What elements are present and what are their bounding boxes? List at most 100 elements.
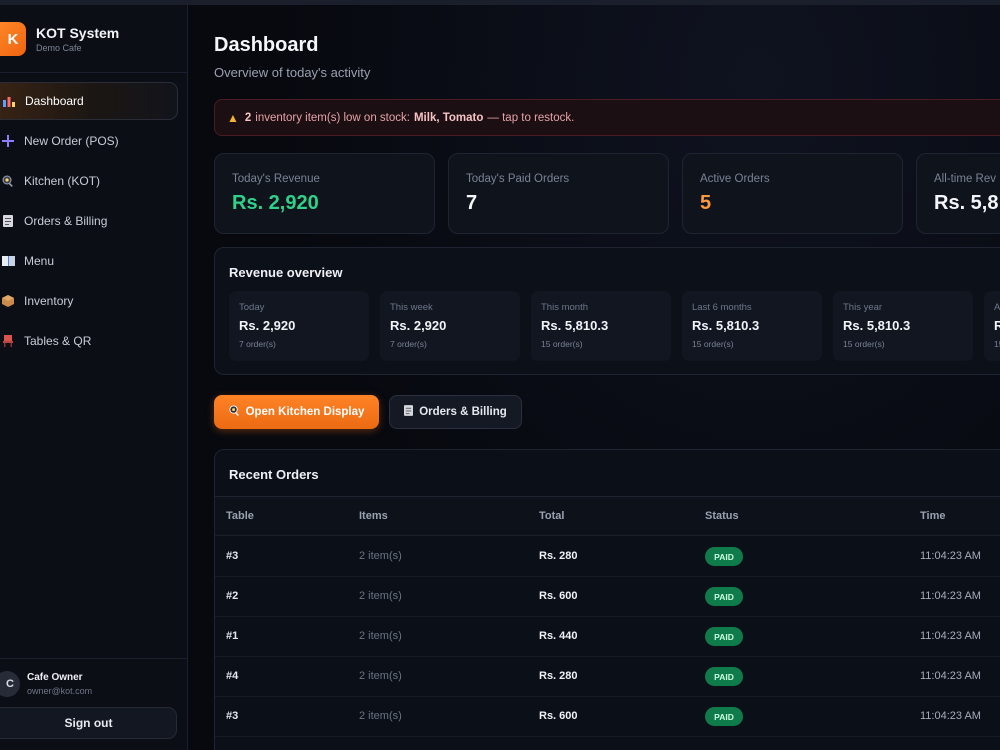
revenue-cell-month: This month Rs. 5,810.3 15 order(s) — [531, 291, 671, 361]
sidebar-item-new-order[interactable]: New Order (POS) — [0, 122, 178, 160]
cell-total: Rs. 600 — [539, 590, 578, 602]
status-badge: PAID — [705, 587, 743, 606]
page-subtitle: Overview of today's activity — [214, 65, 371, 80]
revenue-cell-value: Rs. 5,810.3 — [541, 318, 609, 333]
stat-label: Today's Paid Orders — [466, 173, 570, 185]
revenue-cell-year: This year Rs. 5,810.3 15 order(s) — [833, 291, 973, 361]
table-row[interactable]: #1 2 item(s) Rs. 440 PAID 11:04:23 AM — [215, 617, 1000, 657]
cell-time: 11:04:23 AM — [920, 630, 981, 642]
table-row[interactable]: #3 2 item(s) Rs. 280 PAID 11:04:23 AM — [215, 537, 1000, 577]
revenue-cell-alltime: A R 15 — [984, 291, 1000, 361]
stat-card-alltime-revenue: All-time Rev Rs. 5,8 — [916, 153, 1000, 234]
column-header-items[interactable]: Items — [359, 510, 388, 522]
warning-icon: ▲ — [227, 110, 239, 125]
revenue-cell-orders: 15 order(s) — [541, 339, 583, 349]
main-content: Dashboard Overview of today's activity ▲… — [189, 5, 1000, 750]
cell-time: 11:04:23 AM — [920, 670, 981, 682]
revenue-cell-today: Today Rs. 2,920 7 order(s) — [229, 291, 369, 361]
cell-table: #1 — [226, 630, 239, 642]
brand[interactable]: K KOT System Demo Cafe — [0, 22, 188, 62]
revenue-cell-label: This month — [541, 302, 588, 313]
stat-label: Active Orders — [700, 173, 770, 185]
revenue-overview-panel: Revenue overview Today Rs. 2,920 7 order… — [214, 247, 1000, 375]
column-header-total[interactable]: Total — [539, 510, 564, 522]
stat-label: Today's Revenue — [232, 173, 320, 185]
sidebar-item-label: Tables & QR — [24, 334, 92, 348]
sidebar-item-label: Orders & Billing — [24, 214, 108, 228]
revenue-cell-label: A — [994, 302, 1000, 313]
table-row[interactable]: #2 2 item(s) Rs. 600 PAID 11:04:23 AM — [215, 577, 1000, 617]
stat-value: 5 — [700, 192, 712, 214]
user-panel: C Cafe Owner owner@kot.com Sign out — [0, 658, 187, 750]
cell-items: 2 item(s) — [359, 630, 402, 642]
revenue-cell-orders: 7 order(s) — [390, 339, 427, 349]
frying-pan-icon — [229, 405, 240, 419]
cell-time: 11:04:23 AM — [920, 590, 981, 602]
recent-orders-title: Recent Orders — [229, 467, 319, 482]
cell-total: Rs. 440 — [539, 630, 578, 642]
column-header-status[interactable]: Status — [705, 510, 739, 522]
revenue-cell-orders: 15 — [994, 339, 1000, 349]
revenue-cell-6months: Last 6 months Rs. 5,810.3 15 order(s) — [682, 291, 822, 361]
table-row[interactable]: #3 2 item(s) Rs. 600 PAID 11:04:23 AM — [215, 697, 1000, 737]
revenue-cell-week: This week Rs. 2,920 7 order(s) — [380, 291, 520, 361]
sidebar-item-kitchen[interactable]: Kitchen (KOT) — [0, 162, 178, 200]
cell-items: 2 item(s) — [359, 710, 402, 722]
cell-time: 11:04:23 AM — [920, 710, 981, 722]
revenue-cell-value: Rs. 2,920 — [239, 318, 296, 333]
user-email: owner@kot.com — [27, 686, 93, 696]
status-badge: PAID — [705, 627, 743, 646]
revenue-cell-label: Last 6 months — [692, 302, 752, 313]
status-badge: PAID — [705, 707, 743, 726]
low-stock-alert[interactable]: ▲ 2 inventory item(s) low on stock: Milk… — [214, 99, 1000, 136]
receipt-icon — [0, 213, 16, 229]
box-icon — [0, 293, 16, 309]
sidebar-item-inventory[interactable]: Inventory — [0, 282, 178, 320]
stat-card-paid-orders: Today's Paid Orders 7 — [448, 153, 669, 234]
stat-label: All-time Rev — [934, 173, 996, 185]
stat-value: Rs. 5,8 — [934, 192, 999, 214]
divider — [0, 72, 187, 73]
receipt-icon — [404, 405, 414, 419]
sidebar-item-label: Inventory — [24, 294, 74, 308]
revenue-cell-orders: 15 order(s) — [692, 339, 734, 349]
stat-card-active-orders: Active Orders 5 — [682, 153, 903, 234]
button-label: Orders & Billing — [419, 406, 507, 418]
sidebar-item-label: Dashboard — [25, 94, 84, 108]
table-row[interactable]: #4 2 item(s) Rs. 280 PAID 11:04:23 AM — [215, 657, 1000, 697]
column-header-time[interactable]: Time — [920, 510, 945, 522]
brand-logo: K — [0, 22, 26, 56]
revenue-cell-label: This week — [390, 302, 433, 313]
revenue-cell-orders: 7 order(s) — [239, 339, 276, 349]
sidebar-item-tables-qr[interactable]: Tables & QR — [0, 322, 178, 360]
bar-chart-icon — [1, 93, 17, 109]
user-name: Cafe Owner — [27, 672, 83, 683]
sidebar-item-dashboard[interactable]: Dashboard — [0, 82, 178, 120]
cell-total: Rs. 280 — [539, 550, 578, 562]
alert-action-text: — tap to restock. — [487, 111, 575, 124]
sidebar-item-label: Menu — [24, 254, 55, 268]
revenue-overview-title: Revenue overview — [229, 265, 343, 280]
brand-subtitle: Demo Cafe — [36, 43, 82, 53]
sidebar-item-label: Kitchen (KOT) — [24, 174, 101, 188]
sidebar-item-menu[interactable]: Menu — [0, 242, 178, 280]
cell-items: 2 item(s) — [359, 550, 402, 562]
frying-pan-icon — [0, 173, 16, 189]
revenue-cell-value: R — [994, 318, 1000, 333]
table-header: Table Items Total Status Time — [215, 496, 1000, 536]
revenue-cell-value: Rs. 2,920 — [390, 318, 447, 333]
revenue-cell-value: Rs. 5,810.3 — [843, 318, 911, 333]
open-kitchen-display-button[interactable]: Open Kitchen Display — [214, 395, 379, 429]
stat-value: 7 — [466, 192, 478, 214]
orders-billing-button[interactable]: Orders & Billing — [389, 395, 522, 429]
column-header-table[interactable]: Table — [226, 510, 254, 522]
sidebar: K KOT System Demo Cafe Dashboard New Ord… — [0, 5, 188, 750]
alert-items: Milk, Tomato — [413, 111, 484, 124]
sidebar-item-label: New Order (POS) — [24, 134, 119, 148]
revenue-cell-label: Today — [239, 302, 265, 313]
chair-icon — [0, 333, 16, 349]
sidebar-item-orders-billing[interactable]: Orders & Billing — [0, 202, 178, 240]
sign-out-button[interactable]: Sign out — [0, 707, 177, 739]
status-badge: PAID — [705, 547, 743, 566]
cell-total: Rs. 600 — [539, 710, 578, 722]
